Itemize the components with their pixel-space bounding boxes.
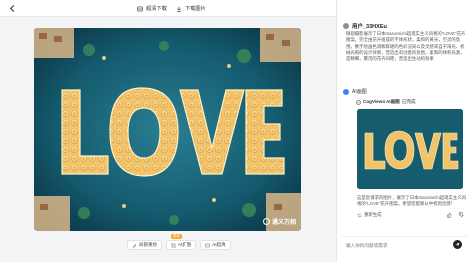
expand-label: AI扩图 — [178, 242, 192, 247]
hd-download-button[interactable]: HD 超清下载 — [137, 3, 167, 14]
model-name: CogView4 AI画图 — [363, 99, 400, 104]
watermark-text: 通义万相 — [271, 220, 296, 226]
edit-tools: 局部重绘 AI扩图 AI超清 — [127, 240, 231, 250]
ai-title: AI画图 — [352, 89, 367, 95]
regenerate-label: 重新生成 — [364, 212, 382, 217]
hd-icon: HD — [137, 6, 143, 11]
result-thumbnail[interactable] — [357, 109, 463, 189]
brush-icon — [132, 243, 137, 248]
thumbs-up-icon[interactable] — [446, 212, 452, 218]
love-flower-thumbnail — [357, 109, 463, 189]
avatar — [343, 23, 349, 29]
upscale-button[interactable]: AI超清 — [200, 240, 231, 250]
username: 用户_33HXEu — [352, 24, 387, 30]
feedback-actions — [446, 212, 464, 218]
send-icon — [455, 242, 460, 247]
user-prompt-text: 微观摄影展示了日本maruimichi超现实主义风格的“LOVE”花卉图案，完全… — [346, 31, 466, 62]
watermark-logo-icon — [262, 218, 270, 225]
model-status-row: CogView4 AI画图 已完成 — [356, 99, 416, 105]
ai-avatar-icon — [343, 88, 349, 95]
expand-button[interactable]: AI扩图 — [166, 240, 197, 250]
upscale-label: AI超清 — [212, 242, 226, 247]
thumbs-down-icon[interactable] — [458, 212, 464, 218]
download-label: 下载图片 — [185, 6, 206, 12]
chat-input[interactable] — [346, 241, 446, 249]
inpaint-button[interactable]: 局部重绘 — [127, 240, 162, 250]
status-label: 已完成 — [401, 99, 416, 104]
canvas-panel: HD 超清下载 下载图片 通义万相 限免 局部重绘 AI扩图 AI超清 — [0, 0, 336, 262]
hd-download-label: 超清下载 — [146, 6, 167, 12]
top-toolbar: HD 超清下载 下载图片 — [0, 0, 336, 17]
free-badge: 限免 — [171, 234, 182, 239]
send-button[interactable] — [453, 240, 462, 249]
download-icon — [176, 6, 182, 12]
watermark: 通义万相 — [262, 217, 296, 226]
love-flower-artwork — [34, 28, 301, 231]
ai-message-header: AI画图 — [343, 88, 367, 95]
hd-icon — [205, 243, 210, 247]
regenerate-button[interactable]: 重新生成 — [357, 212, 382, 218]
download-button[interactable]: 下载图片 — [176, 3, 206, 14]
svg-text:HD: HD — [138, 7, 142, 11]
user-message-header: 用户_33HXEu — [343, 22, 387, 30]
check-circle-icon — [356, 99, 361, 105]
chat-input-bar — [342, 236, 468, 252]
generated-image[interactable]: 通义万相 — [34, 28, 301, 231]
result-description: 这是您请求的图片，展示了日本maruimichi超现实主义风格的“LOVE”花卉… — [357, 195, 467, 207]
expand-icon — [171, 242, 176, 248]
refresh-icon — [357, 212, 362, 217]
back-arrow-icon[interactable] — [8, 4, 17, 13]
inpaint-label: 局部重绘 — [139, 242, 157, 247]
